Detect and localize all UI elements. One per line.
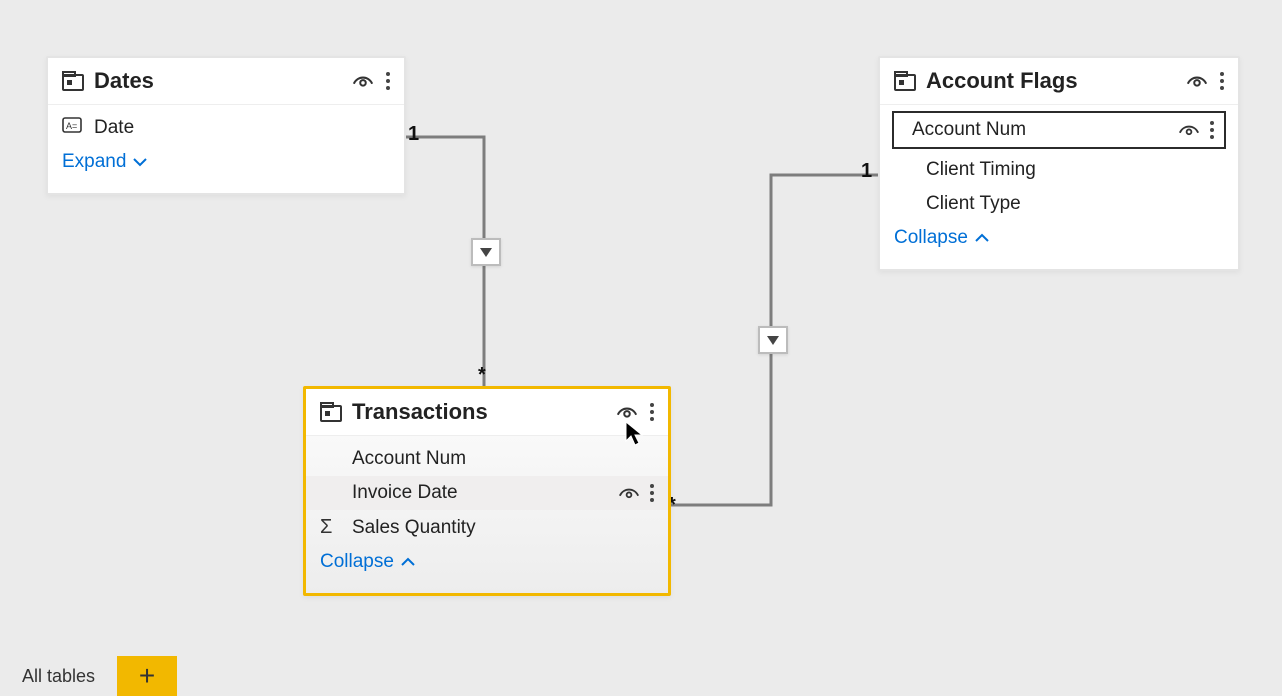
- expand-toggle[interactable]: Expand: [48, 145, 404, 179]
- more-options-icon[interactable]: [386, 72, 390, 90]
- svg-text:A=: A=: [66, 121, 77, 131]
- footer-bar: All tables +: [0, 656, 177, 696]
- field-row-account-num[interactable]: Account Num: [306, 442, 668, 476]
- table-card-account-flags[interactable]: Account Flags Account Num Client Timing …: [878, 56, 1240, 271]
- field-row-date[interactable]: A= Date: [48, 111, 404, 145]
- toggle-label: Collapse: [320, 551, 394, 573]
- field-label: Client Type: [926, 193, 1224, 215]
- visibility-icon[interactable]: [616, 403, 638, 421]
- field-row-sales-quantity[interactable]: Σ Sales Quantity: [306, 510, 668, 545]
- table-card-dates[interactable]: Dates A= Date Expand: [46, 56, 406, 195]
- visibility-icon[interactable]: [352, 72, 374, 90]
- cardinality-accountflags-side: 1: [861, 160, 872, 183]
- collapse-toggle[interactable]: Collapse: [880, 221, 1238, 255]
- table-title: Account Flags: [926, 68, 1176, 94]
- table-icon: [320, 402, 342, 422]
- all-tables-tab[interactable]: All tables: [0, 666, 117, 687]
- field-row-account-num[interactable]: Account Num: [892, 111, 1226, 149]
- field-label: Invoice Date: [352, 482, 618, 504]
- table-header[interactable]: Account Flags: [880, 58, 1238, 105]
- text-field-icon: A=: [62, 117, 94, 139]
- more-options-icon[interactable]: [650, 484, 654, 502]
- field-label: Client Timing: [926, 159, 1224, 181]
- more-options-icon[interactable]: [1220, 72, 1224, 90]
- table-title: Transactions: [352, 399, 606, 425]
- more-options-icon[interactable]: [1210, 121, 1214, 139]
- relation-direction-arrow[interactable]: [758, 326, 788, 354]
- field-row-client-type[interactable]: Client Type: [880, 187, 1238, 221]
- visibility-icon[interactable]: [1178, 121, 1200, 139]
- relation-direction-arrow[interactable]: [471, 238, 501, 266]
- add-tab-button[interactable]: +: [117, 656, 177, 696]
- cardinality-dates-side: 1: [408, 123, 419, 146]
- visibility-icon[interactable]: [618, 484, 640, 502]
- field-row-invoice-date[interactable]: Invoice Date: [306, 476, 668, 510]
- collapse-toggle[interactable]: Collapse: [306, 545, 668, 579]
- mouse-cursor: [625, 421, 645, 447]
- chevron-up-icon: [974, 232, 990, 244]
- field-label: Account Num: [352, 448, 654, 470]
- visibility-icon[interactable]: [1186, 72, 1208, 90]
- chevron-down-icon: [132, 156, 148, 168]
- cardinality-transactions-side-a: *: [478, 364, 486, 387]
- table-header[interactable]: Transactions: [306, 389, 668, 436]
- table-card-transactions[interactable]: Transactions Account Num Invoice Date Σ: [303, 386, 671, 596]
- field-label: Date: [94, 117, 390, 139]
- sigma-icon: Σ: [320, 516, 352, 539]
- more-options-icon[interactable]: [650, 403, 654, 421]
- field-row-client-timing[interactable]: Client Timing: [880, 153, 1238, 187]
- field-label: Account Num: [912, 119, 1178, 141]
- table-icon: [62, 71, 84, 91]
- table-title: Dates: [94, 68, 342, 94]
- toggle-label: Expand: [62, 151, 126, 173]
- chevron-up-icon: [400, 556, 416, 568]
- table-header[interactable]: Dates: [48, 58, 404, 105]
- toggle-label: Collapse: [894, 227, 968, 249]
- table-icon: [894, 71, 916, 91]
- field-label: Sales Quantity: [352, 517, 654, 539]
